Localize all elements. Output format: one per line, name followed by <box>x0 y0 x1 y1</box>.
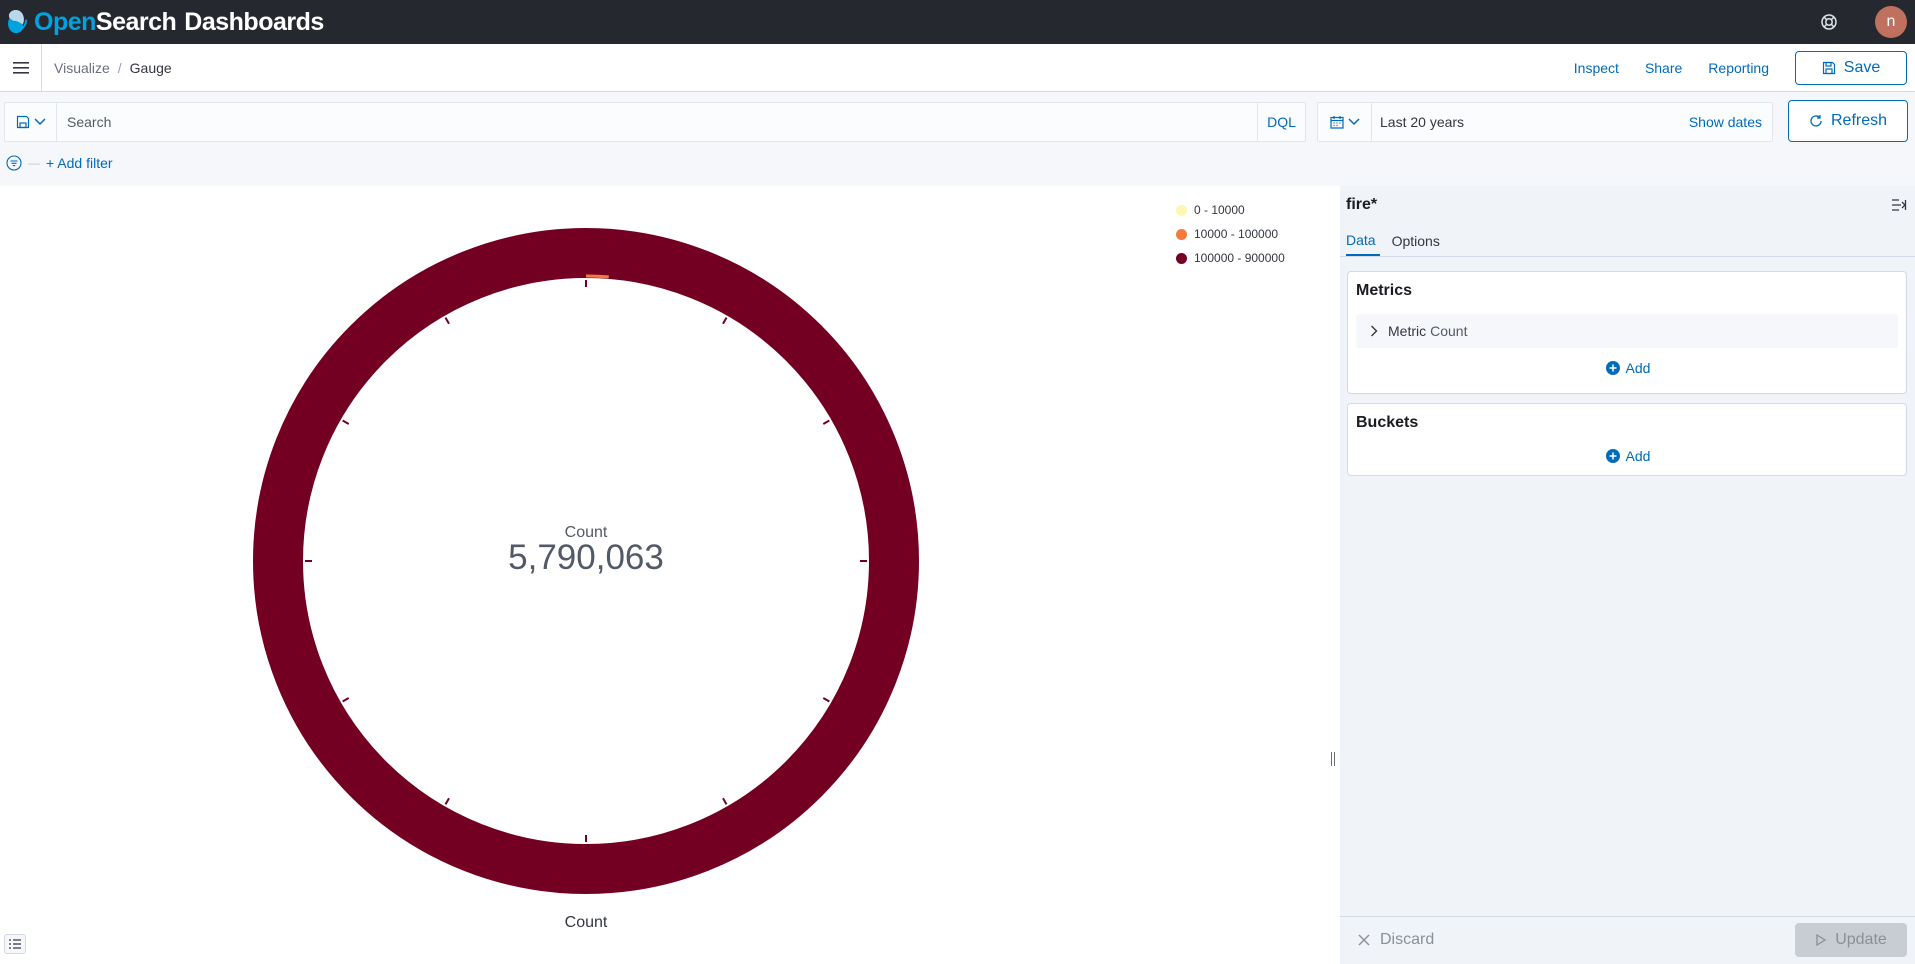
metrics-title: Metrics <box>1356 282 1413 299</box>
close-icon <box>1358 934 1370 946</box>
add-bucket-button[interactable]: Add <box>1348 446 1908 466</box>
chevron-down-icon <box>1347 118 1360 126</box>
legend-item[interactable]: 100000 - 900000 <box>1176 246 1285 270</box>
gauge-tick <box>342 697 350 703</box>
add-bucket-label: Add <box>1625 448 1651 464</box>
tab-options[interactable]: Options <box>1392 226 1444 256</box>
legend-color-dot <box>1176 252 1187 264</box>
add-metric-label: Add <box>1625 360 1651 376</box>
brand-open-text: Open <box>34 7 96 36</box>
gauge-range-highlight <box>585 274 609 279</box>
legend-label: 0 - 10000 <box>1194 203 1245 217</box>
panel-resize-handle[interactable] <box>1331 752 1335 766</box>
collapse-sidebar-icon[interactable] <box>1891 198 1907 212</box>
plus-circle-icon <box>1605 361 1620 375</box>
saved-query-icon <box>16 115 29 129</box>
show-dates-button[interactable]: Show dates <box>1689 114 1762 130</box>
date-picker: Last 20 years Show dates <box>1317 102 1773 142</box>
legend-color-dot <box>1176 228 1187 240</box>
update-label: Update <box>1835 931 1887 948</box>
brand-search-text: Search <box>95 7 177 36</box>
filter-separator: — <box>28 156 40 170</box>
opensearch-logo[interactable]: Open Search Dashboards <box>6 0 324 44</box>
refresh-icon <box>1810 115 1822 127</box>
update-button[interactable]: Update <box>1795 923 1907 957</box>
buckets-title: Buckets <box>1356 414 1419 431</box>
gauge-metric-value: 5,790,063 <box>508 538 664 577</box>
search-box: DQL <box>4 102 1306 142</box>
metric-count-row[interactable]: Metric Count <box>1356 314 1898 348</box>
metric-type: Count <box>1430 323 1468 339</box>
reporting-button[interactable]: Reporting <box>1708 60 1769 76</box>
save-label: Save <box>1843 59 1881 76</box>
editor-bottom-bar: Discard Update <box>1340 916 1915 964</box>
share-button[interactable]: Share <box>1645 60 1682 76</box>
opensearch-logo-icon <box>8 10 27 34</box>
gauge-tick <box>342 419 350 425</box>
chevron-right-icon[interactable] <box>1370 325 1378 337</box>
save-button[interactable]: Save <box>1795 51 1907 85</box>
legend-color-dot <box>1176 204 1187 216</box>
gauge-tick <box>444 317 450 325</box>
search-input[interactable] <box>57 103 1257 141</box>
tab-data[interactable]: Data <box>1346 226 1380 256</box>
index-pattern-title: fire* <box>1346 196 1378 213</box>
tabs-divider <box>1340 256 1915 257</box>
help-icon[interactable] <box>1819 12 1839 32</box>
menu-button[interactable] <box>0 43 42 92</box>
breadcrumb: Visualize / Gauge <box>54 60 172 76</box>
chevron-down-icon <box>33 118 46 126</box>
metrics-panel: Metrics Metric Count Add <box>1347 271 1907 394</box>
date-range-text[interactable]: Last 20 years <box>1372 114 1689 130</box>
gauge-legend: 0 - 10000 10000 - 100000 100000 - 900000 <box>1176 198 1285 270</box>
app-actions: Inspect Share Reporting Save <box>1574 44 1907 92</box>
save-icon <box>1822 61 1835 75</box>
refresh-button[interactable]: Refresh <box>1788 100 1908 142</box>
calendar-icon <box>1329 116 1344 129</box>
global-header: Open Search Dashboards n <box>0 0 1915 44</box>
hamburger-icon <box>12 61 29 74</box>
query-bar: DQL Last 20 years Show dates Refresh — + <box>0 92 1915 186</box>
discard-button[interactable]: Discard <box>1358 931 1434 949</box>
quick-date-button[interactable] <box>1318 103 1372 141</box>
gauge-tick <box>822 697 830 703</box>
filter-icon[interactable] <box>6 155 22 171</box>
gauge-tick <box>444 797 450 805</box>
buckets-panel: Buckets Add <box>1347 403 1907 476</box>
refresh-label: Refresh <box>1830 112 1888 129</box>
plus-circle-icon <box>1605 449 1620 463</box>
saved-query-button[interactable] <box>5 103 57 141</box>
brand-dashboards-text: Dashboards <box>184 7 324 36</box>
editor-tabs: Data Options <box>1346 226 1456 256</box>
editor-sidebar: fire* Data Options Metrics Metric Count … <box>1340 186 1915 964</box>
inspect-button[interactable]: Inspect <box>1574 60 1619 76</box>
gauge-tick <box>722 797 728 805</box>
gauge-tick <box>722 317 728 325</box>
list-icon <box>9 939 21 949</box>
play-icon <box>1816 934 1827 946</box>
visualization-panel: 0 - 10000 10000 - 100000 100000 - 900000 C… <box>0 186 1335 964</box>
add-metric-button[interactable]: Add <box>1348 358 1908 378</box>
legend-item[interactable]: 0 - 10000 <box>1176 198 1285 222</box>
legend-toggle-button[interactable] <box>4 934 26 954</box>
add-filter-button[interactable]: + Add filter <box>46 155 113 171</box>
legend-item[interactable]: 10000 - 100000 <box>1176 222 1285 246</box>
user-avatar[interactable]: n <box>1875 6 1907 38</box>
metric-label: Metric <box>1388 323 1427 339</box>
gauge-sub-label: Count <box>564 914 608 931</box>
legend-label: 100000 - 900000 <box>1194 251 1285 265</box>
breadcrumb-gauge: Gauge <box>129 59 172 76</box>
query-language-button[interactable]: DQL <box>1257 103 1305 141</box>
breadcrumb-separator: / <box>117 59 122 76</box>
discard-label: Discard <box>1380 931 1435 948</box>
header-right: n <box>1819 0 1915 44</box>
gauge-tick <box>822 419 830 425</box>
app-header: Visualize / Gauge Inspect Share Reportin… <box>0 43 1915 92</box>
breadcrumb-visualize[interactable]: Visualize <box>54 60 110 76</box>
legend-label: 10000 - 100000 <box>1194 227 1279 241</box>
filter-row: — + Add filter <box>6 152 113 174</box>
